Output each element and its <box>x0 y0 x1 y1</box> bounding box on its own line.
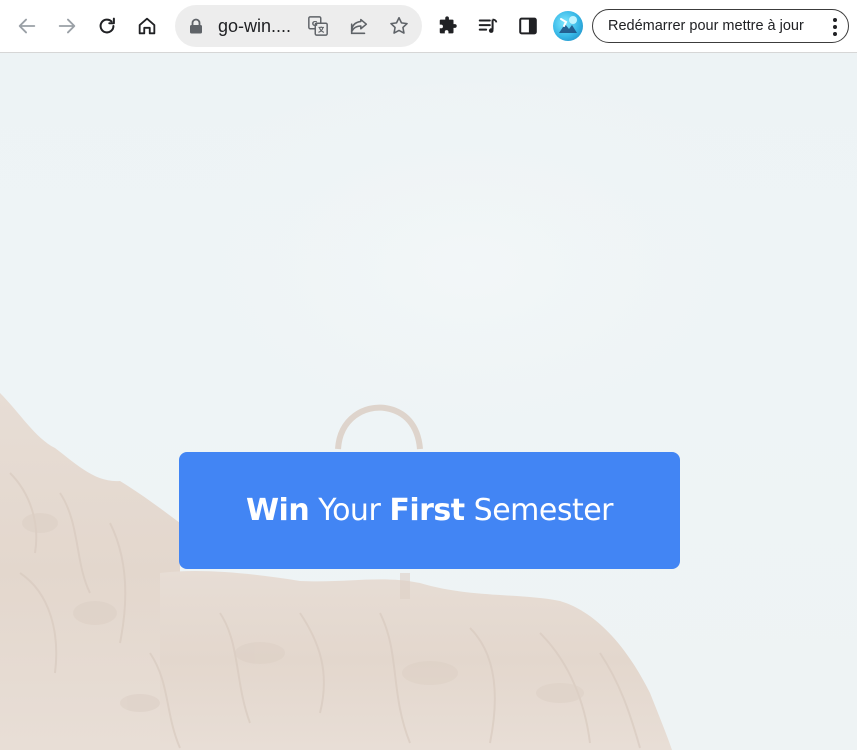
address-bar[interactable]: go-win.... G <box>175 5 422 47</box>
restart-to-update-label: Redémarrer pour mettre à jour <box>608 18 804 34</box>
hero-word-semester: Semester <box>473 493 614 528</box>
reload-button[interactable] <box>89 8 125 44</box>
background-rock-image <box>0 83 850 750</box>
hero-word-first: First <box>389 493 465 528</box>
share-button[interactable] <box>345 12 373 40</box>
extensions-button[interactable] <box>430 8 466 44</box>
bookmark-button[interactable] <box>385 12 413 40</box>
translate-icon: G <box>308 16 328 36</box>
kebab-menu-icon <box>833 18 837 36</box>
restart-to-update-button[interactable]: Redémarrer pour mettre à jour <box>592 9 849 43</box>
browser-toolbar: go-win.... G Redémarrer pour mettre à jo… <box>0 0 857 53</box>
hero-word-win: Win <box>245 493 310 528</box>
media-controls-button[interactable] <box>470 8 506 44</box>
star-icon <box>390 16 408 34</box>
lock-icon[interactable] <box>189 18 203 34</box>
home-icon <box>138 17 156 35</box>
page-viewport: Win Your First Semester <box>0 53 857 750</box>
arrow-right-icon <box>58 18 76 34</box>
back-button[interactable] <box>9 8 45 44</box>
profile-avatar[interactable] <box>553 11 583 41</box>
svg-text:G: G <box>312 19 318 28</box>
reload-icon <box>99 17 115 34</box>
side-panel-icon <box>519 17 537 35</box>
share-icon <box>350 18 368 35</box>
win-your-first-semester-button[interactable]: Win Your First Semester <box>179 452 680 569</box>
side-panel-button[interactable] <box>510 8 546 44</box>
puzzle-icon <box>439 16 457 34</box>
translate-button[interactable]: G <box>304 12 332 40</box>
arrow-left-icon <box>18 18 36 34</box>
hero-word-your: Your <box>318 493 381 528</box>
forward-button[interactable] <box>49 8 85 44</box>
hero-button-label: Win Your First Semester <box>245 493 614 528</box>
home-button[interactable] <box>129 8 165 44</box>
url-text[interactable]: go-win.... <box>218 16 291 36</box>
avatar-icon <box>559 16 577 33</box>
media-queue-icon <box>478 18 498 33</box>
